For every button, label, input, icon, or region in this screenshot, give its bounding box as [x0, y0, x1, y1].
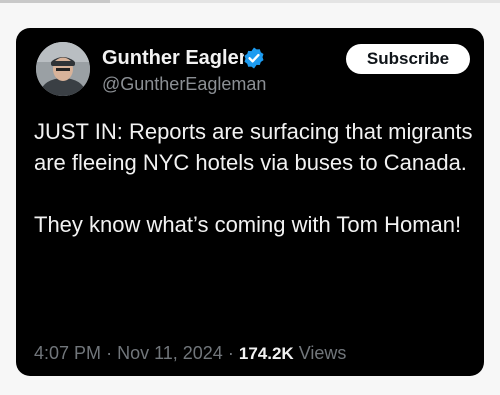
author-handle[interactable]: @GuntherEagleman	[102, 72, 266, 96]
verified-badge-icon	[244, 47, 264, 69]
avatar[interactable]	[36, 42, 90, 96]
avatar-image	[36, 42, 90, 96]
tweet-paragraph: JUST IN: Reports are surfacing that migr…	[34, 119, 473, 175]
tweet-text: JUST IN: Reports are surfacing that migr…	[34, 116, 474, 240]
meta-separator: ·	[106, 343, 113, 363]
tweet-time[interactable]: 4:07 PM	[34, 343, 101, 363]
author-display-name[interactable]: Gunther Eagleman	[102, 44, 244, 72]
views-count[interactable]: 174.2K	[239, 344, 294, 363]
meta-separator: ·	[227, 343, 234, 363]
top-divider-accent	[0, 0, 110, 3]
views-label: Views	[298, 343, 347, 363]
subscribe-button[interactable]: Subscribe	[346, 44, 470, 74]
tweet-metadata: 4:07 PM · Nov 11, 2024 · 174.2K Views	[34, 341, 346, 366]
tweet-card[interactable]: Gunther Eagleman Subscribe @GuntherEagle…	[16, 28, 484, 376]
tweet-date[interactable]: Nov 11, 2024	[117, 343, 223, 363]
tweet-paragraph: They know what’s coming with Tom Homan!	[34, 212, 462, 237]
